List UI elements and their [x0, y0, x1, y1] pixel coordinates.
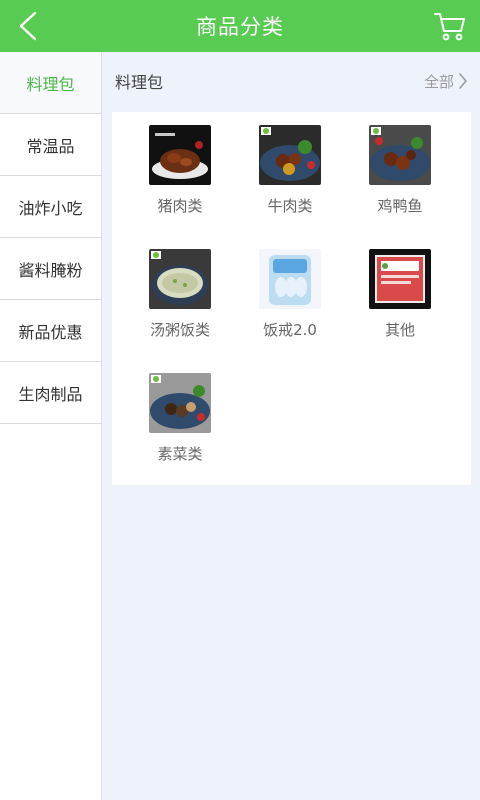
category-tile-vegetables[interactable]: 素菜类 [125, 373, 235, 483]
category-label: 饭戒2.0 [263, 321, 317, 339]
category-label: 其他 [384, 321, 415, 339]
category-label: 素菜类 [157, 445, 203, 463]
category-tile-beef[interactable]: 牛肉类 [235, 125, 345, 235]
category-label: 猪肉类 [157, 197, 203, 215]
section-header: 料理包 全部 [103, 52, 480, 110]
category-tile-soup-rice[interactable]: 汤粥饭类 [125, 249, 235, 359]
category-sidebar: 料理包 常温品 油炸小吃 酱料腌粉 新品优惠 生肉制品 [0, 52, 102, 800]
sidebar-item-changwenpin[interactable]: 常温品 [0, 114, 101, 176]
sidebar-item-shengrouzhipin[interactable]: 生肉制品 [0, 362, 101, 424]
cart-button[interactable] [430, 8, 470, 44]
section-title: 料理包 [115, 73, 164, 92]
sidebar-item-jiangliaoyanfen[interactable]: 酱料腌粉 [0, 238, 101, 300]
sidebar-item-liaolibao[interactable]: 料理包 [0, 52, 101, 114]
cart-icon [434, 13, 465, 41]
category-label: 鸡鸭鱼 [377, 197, 423, 215]
chevron-left-icon [19, 11, 37, 41]
sidebar-item-youzhaxiaochi[interactable]: 油炸小吃 [0, 176, 101, 238]
fanjie-thumbnail [259, 249, 321, 309]
category-label: 汤粥饭类 [149, 321, 210, 339]
category-card: 猪肉类 牛肉类 鸡鸭鱼 汤粥饭类 饭戒2.0 其他 素菜类 [112, 112, 471, 485]
beef-thumbnail [259, 125, 321, 185]
view-all-link[interactable]: 全部 [424, 71, 468, 92]
category-tile-fanjie[interactable]: 饭戒2.0 [235, 249, 345, 359]
category-tile-poultry-fish[interactable]: 鸡鸭鱼 [345, 125, 455, 235]
main-panel: 料理包 全部 猪肉类 牛肉类 鸡鸭鱼 汤粥饭类 饭戒2.0 其他 素菜类 [103, 52, 480, 800]
back-button[interactable] [8, 6, 48, 46]
soup-thumbnail [149, 249, 211, 309]
category-tile-pork[interactable]: 猪肉类 [125, 125, 235, 235]
pork-thumbnail [149, 125, 211, 185]
category-tile-other[interactable]: 其他 [345, 249, 455, 359]
view-all-label: 全部 [423, 72, 454, 91]
page-title: 商品分类 [196, 15, 284, 39]
sidebar-item-xinpinyouhui[interactable]: 新品优惠 [0, 300, 101, 362]
vegetable-thumbnail [149, 373, 211, 433]
top-bar: 商品分类 [0, 0, 480, 52]
chevron-right-icon [459, 73, 467, 89]
other-thumbnail [369, 249, 431, 309]
poultry-thumbnail [369, 125, 431, 185]
category-label: 牛肉类 [267, 197, 313, 215]
